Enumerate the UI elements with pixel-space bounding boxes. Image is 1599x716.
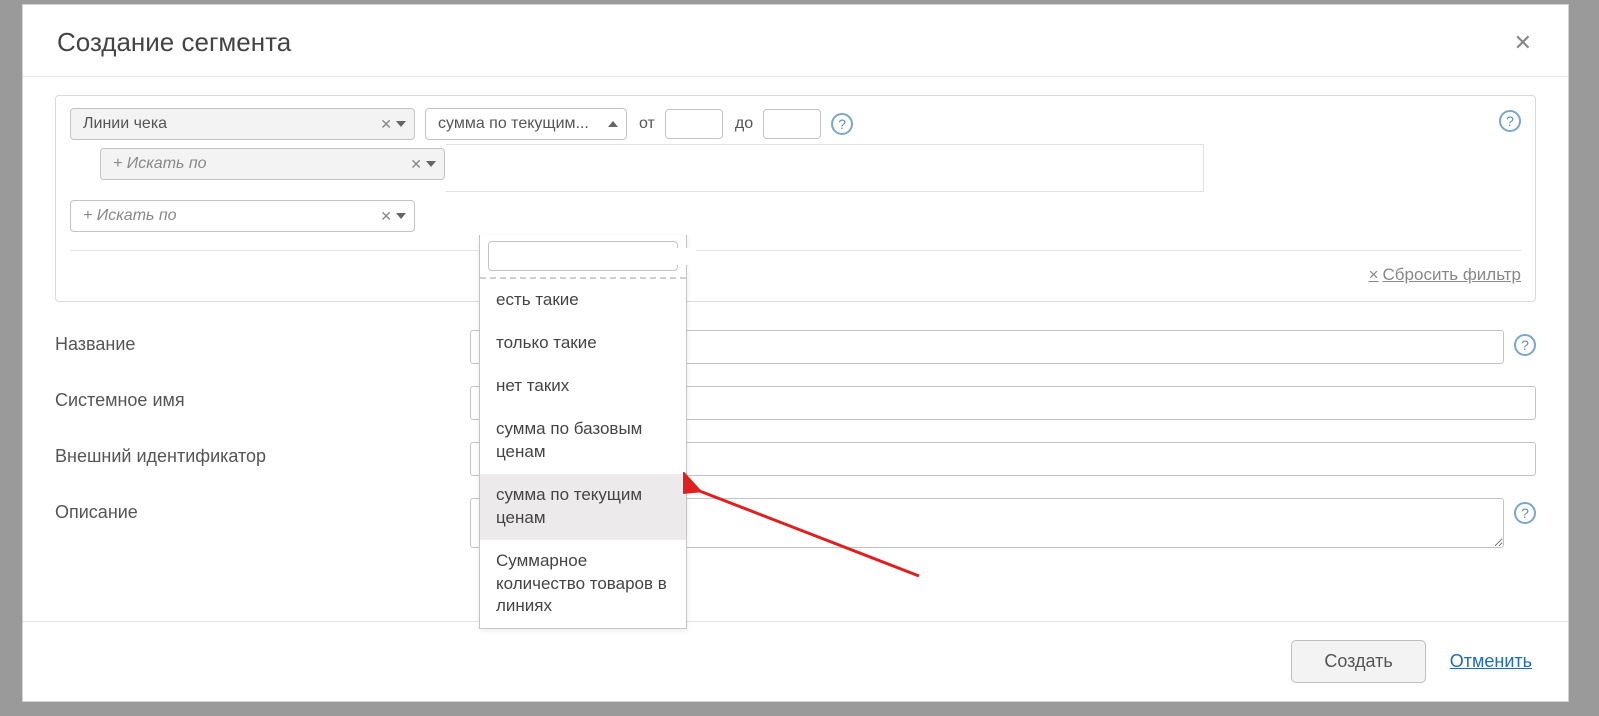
filter-builder: ? Линии чека ✕ сумма по текущим... от до… — [55, 95, 1536, 302]
close-icon: ✕ — [1514, 30, 1532, 55]
range-to-label: до — [735, 115, 753, 133]
form-row-system-name: Системное имя — [55, 386, 1536, 420]
form-row-name: Название ? — [55, 330, 1536, 364]
reset-filter-link[interactable]: ×Сбросить фильтр — [1369, 265, 1521, 285]
close-icon: × — [1369, 265, 1379, 284]
clear-icon[interactable]: ✕ — [380, 208, 392, 225]
modal-body: ? Линии чека ✕ сумма по текущим... от до… — [23, 77, 1568, 621]
clear-icon[interactable]: ✕ — [380, 116, 392, 133]
root-search-select[interactable]: + Искать по ✕ — [70, 200, 415, 232]
modal-title: Создание сегмента — [57, 27, 291, 58]
dropdown-option[interactable]: Суммарное количество товаров в линиях — [480, 540, 686, 629]
external-id-label: Внешний идентификатор — [55, 442, 470, 467]
nested-search-select[interactable]: + Искать по ✕ — [100, 148, 445, 180]
chevron-down-icon[interactable] — [396, 121, 406, 127]
primary-entity-select[interactable]: Линии чека ✕ — [70, 108, 415, 140]
dropdown-option[interactable]: есть такие — [480, 279, 686, 322]
dropdown-search-wrap — [480, 235, 686, 279]
chevron-down-icon[interactable] — [426, 161, 436, 167]
dropdown-search-input[interactable] — [497, 248, 696, 265]
help-icon[interactable]: ? — [831, 113, 853, 135]
root-search-placeholder: + Искать по — [83, 207, 380, 225]
modal-header: Создание сегмента ✕ — [23, 5, 1568, 77]
range-from-input[interactable] — [665, 109, 723, 139]
modal-footer: Создать Отменить — [23, 621, 1568, 701]
aggregate-value: сумма по текущим... — [438, 115, 608, 133]
reset-row: ×Сбросить фильтр — [70, 250, 1521, 287]
range-from-label: от — [639, 115, 655, 133]
dropdown-option[interactable]: сумма по базовым ценам — [480, 408, 686, 474]
range-to-input[interactable] — [763, 109, 821, 139]
primary-entity-value: Линии чека — [83, 115, 380, 133]
name-label: Название — [55, 330, 470, 355]
nested-condition-area — [446, 144, 1204, 192]
help-icon[interactable]: ? — [1514, 334, 1536, 356]
create-button[interactable]: Создать — [1291, 640, 1425, 683]
nested-search-placeholder: + Искать по — [113, 155, 410, 173]
close-button[interactable]: ✕ — [1508, 28, 1538, 58]
dropdown-search-box[interactable] — [488, 241, 678, 271]
form-row-external-id: Внешний идентификатор — [55, 442, 1536, 476]
dropdown-option[interactable]: нет таких — [480, 365, 686, 408]
aggregate-select[interactable]: сумма по текущим... — [425, 108, 627, 140]
form-section: Название ? Системное имя Внешний идентиф… — [55, 330, 1536, 548]
description-label: Описание — [55, 498, 470, 523]
dropdown-option-selected[interactable]: сумма по текущим ценам — [480, 474, 686, 540]
aggregate-dropdown: есть такие только такие нет таких сумма … — [479, 235, 687, 629]
help-icon[interactable]: ? — [1499, 110, 1521, 132]
help-icon[interactable]: ? — [1514, 502, 1536, 524]
create-segment-modal: Создание сегмента ✕ ? Линии чека ✕ сумма… — [22, 4, 1569, 702]
filter-row-search-root: + Искать по ✕ — [70, 200, 1521, 232]
dropdown-option[interactable]: только такие — [480, 322, 686, 365]
form-row-description: Описание ? — [55, 498, 1536, 548]
clear-icon[interactable]: ✕ — [410, 156, 422, 173]
chevron-up-icon[interactable] — [608, 121, 618, 127]
filter-row-primary: Линии чека ✕ сумма по текущим... от до ? — [70, 108, 1521, 140]
cancel-button[interactable]: Отменить — [1450, 651, 1532, 672]
system-name-label: Системное имя — [55, 386, 470, 411]
chevron-down-icon[interactable] — [396, 213, 406, 219]
